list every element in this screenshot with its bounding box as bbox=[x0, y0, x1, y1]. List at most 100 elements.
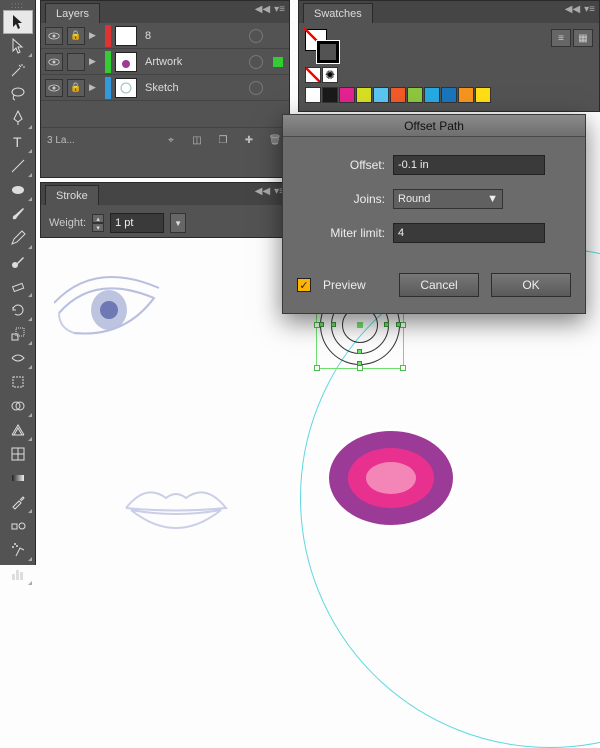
miter-input[interactable] bbox=[393, 223, 545, 243]
layer-color-swatch bbox=[105, 51, 111, 73]
sketch-mouth bbox=[116, 478, 236, 548]
layer-count: 3 La... bbox=[47, 135, 75, 146]
swatch[interactable] bbox=[356, 87, 372, 103]
layer-thumbnail bbox=[115, 26, 137, 46]
swatch[interactable] bbox=[424, 87, 440, 103]
swatch[interactable] bbox=[441, 87, 457, 103]
weight-dropdown-icon[interactable]: ▼ bbox=[170, 213, 186, 233]
resize-handle[interactable] bbox=[400, 365, 406, 371]
dialog-title[interactable]: Offset Path bbox=[283, 115, 585, 137]
resize-handle[interactable] bbox=[314, 365, 320, 371]
layer-row[interactable]: 🔒 ▶ Sketch bbox=[41, 75, 289, 101]
stroke-panel: Stroke ◀◀▾≡ Weight: ▴▾ ▼ bbox=[40, 182, 290, 238]
panel-menu-icon[interactable]: ▾≡ bbox=[584, 4, 595, 15]
selection-indicator bbox=[273, 57, 283, 67]
joins-label: Joins: bbox=[299, 192, 385, 206]
layers-panel: Layers ◀◀ ▾≡ 🔒 ▶ 8 ▶ Artwork 🔒 ▶ bbox=[40, 0, 290, 178]
swatch[interactable] bbox=[322, 87, 338, 103]
swatches-panel: Swatches ◀◀ ▾≡ ≡ ▦ ✺ bbox=[298, 0, 600, 112]
panel-menu-icon[interactable]: ▾≡ bbox=[274, 4, 285, 15]
weight-input[interactable] bbox=[110, 213, 164, 233]
target-icon[interactable] bbox=[249, 55, 263, 69]
panel-tabbar: Swatches ◀◀ ▾≡ bbox=[299, 1, 599, 23]
target-icon[interactable] bbox=[249, 29, 263, 43]
ok-button[interactable]: OK bbox=[491, 273, 571, 297]
swatch[interactable] bbox=[475, 87, 491, 103]
list-view-icon[interactable]: ≡ bbox=[551, 29, 571, 47]
swatch-none[interactable] bbox=[305, 67, 321, 83]
expand-arrow-icon[interactable]: ▶ bbox=[89, 82, 101, 93]
swatch[interactable] bbox=[339, 87, 355, 103]
lasso-tool[interactable] bbox=[3, 82, 33, 106]
panel-collapse-icon[interactable]: ◀◀ bbox=[255, 186, 270, 197]
gradient-tool[interactable] bbox=[3, 466, 33, 490]
lock-toggle[interactable]: 🔒 bbox=[67, 79, 85, 97]
svg-text:T: T bbox=[13, 134, 22, 150]
layers-list: 🔒 ▶ 8 ▶ Artwork 🔒 ▶ Sketch bbox=[41, 23, 289, 127]
offset-input[interactable] bbox=[393, 155, 545, 175]
swatch[interactable] bbox=[390, 87, 406, 103]
selection-indicator bbox=[273, 31, 283, 41]
joins-select[interactable]: Round▼ bbox=[393, 189, 503, 209]
layer-name[interactable]: Artwork bbox=[141, 56, 245, 68]
locate-object-icon[interactable]: ⌖ bbox=[163, 133, 179, 149]
expand-arrow-icon[interactable]: ▶ bbox=[89, 30, 101, 41]
thumbnail-view-icon[interactable]: ▦ bbox=[573, 29, 593, 47]
swatch-row-special: ✺ bbox=[305, 67, 593, 83]
blend-tool[interactable] bbox=[3, 514, 33, 538]
selection-indicator bbox=[273, 83, 283, 93]
blob-brush-tool[interactable] bbox=[3, 250, 33, 274]
delete-layer-icon[interactable]: 🗑 bbox=[267, 133, 283, 149]
layer-row[interactable]: ▶ Artwork bbox=[41, 49, 289, 75]
swatch[interactable] bbox=[407, 87, 423, 103]
decor-oval bbox=[326, 428, 456, 528]
stroke-swatch[interactable] bbox=[317, 41, 339, 63]
visibility-toggle[interactable] bbox=[45, 27, 63, 45]
preview-label: Preview bbox=[323, 278, 366, 292]
panel-collapse-icon[interactable]: ◀◀ bbox=[255, 4, 270, 15]
layer-thumbnail bbox=[115, 78, 137, 98]
make-clipping-mask-icon[interactable]: ◫ bbox=[189, 133, 205, 149]
weight-stepper[interactable]: ▴▾ bbox=[92, 214, 104, 232]
layer-row[interactable]: 🔒 ▶ 8 bbox=[41, 23, 289, 49]
visibility-toggle[interactable] bbox=[45, 53, 63, 71]
sketch-eye bbox=[54, 268, 164, 348]
chevron-down-icon: ▼ bbox=[487, 193, 498, 205]
offset-label: Offset: bbox=[299, 158, 385, 172]
swatch[interactable] bbox=[458, 87, 474, 103]
new-layer-icon[interactable]: ✚ bbox=[241, 133, 257, 149]
center-point[interactable] bbox=[357, 322, 363, 328]
expand-arrow-icon[interactable]: ▶ bbox=[89, 56, 101, 67]
tools-panel: :::: T bbox=[0, 0, 36, 565]
mesh-tool[interactable] bbox=[3, 442, 33, 466]
cancel-button[interactable]: Cancel bbox=[399, 273, 479, 297]
panel-grip[interactable]: :::: bbox=[3, 2, 33, 8]
paintbrush-tool[interactable] bbox=[3, 202, 33, 226]
panel-tabbar: Stroke ◀◀▾≡ bbox=[41, 183, 289, 205]
new-sublayer-icon[interactable]: ❐ bbox=[215, 133, 231, 149]
magic-wand-tool[interactable] bbox=[3, 58, 33, 82]
visibility-toggle[interactable] bbox=[45, 79, 63, 97]
miter-label: Miter limit: bbox=[299, 226, 385, 240]
layer-color-swatch bbox=[105, 77, 111, 99]
swatch-row-colors bbox=[305, 87, 593, 103]
swatch[interactable] bbox=[373, 87, 389, 103]
panel-collapse-icon[interactable]: ◀◀ bbox=[565, 4, 580, 15]
fill-stroke-indicator[interactable] bbox=[305, 29, 339, 63]
preview-checkbox[interactable]: ✓ bbox=[297, 278, 311, 292]
target-icon[interactable] bbox=[249, 81, 263, 95]
layer-name[interactable]: 8 bbox=[141, 30, 245, 42]
weight-label: Weight: bbox=[49, 217, 86, 229]
stroke-tab[interactable]: Stroke bbox=[45, 185, 99, 205]
offset-path-dialog: Offset Path Offset: Joins: Round▼ Miter … bbox=[282, 114, 586, 314]
swatch[interactable] bbox=[305, 87, 321, 103]
layers-tab[interactable]: Layers bbox=[45, 3, 100, 23]
swatch-registration[interactable]: ✺ bbox=[322, 67, 338, 83]
panel-tabbar: Layers ◀◀ ▾≡ bbox=[41, 1, 289, 23]
lock-toggle[interactable] bbox=[67, 53, 85, 71]
lock-toggle[interactable]: 🔒 bbox=[67, 27, 85, 45]
selection-tool[interactable] bbox=[3, 10, 33, 34]
free-transform-tool[interactable] bbox=[3, 370, 33, 394]
swatches-tab[interactable]: Swatches bbox=[303, 3, 373, 23]
layer-name[interactable]: Sketch bbox=[141, 82, 245, 94]
